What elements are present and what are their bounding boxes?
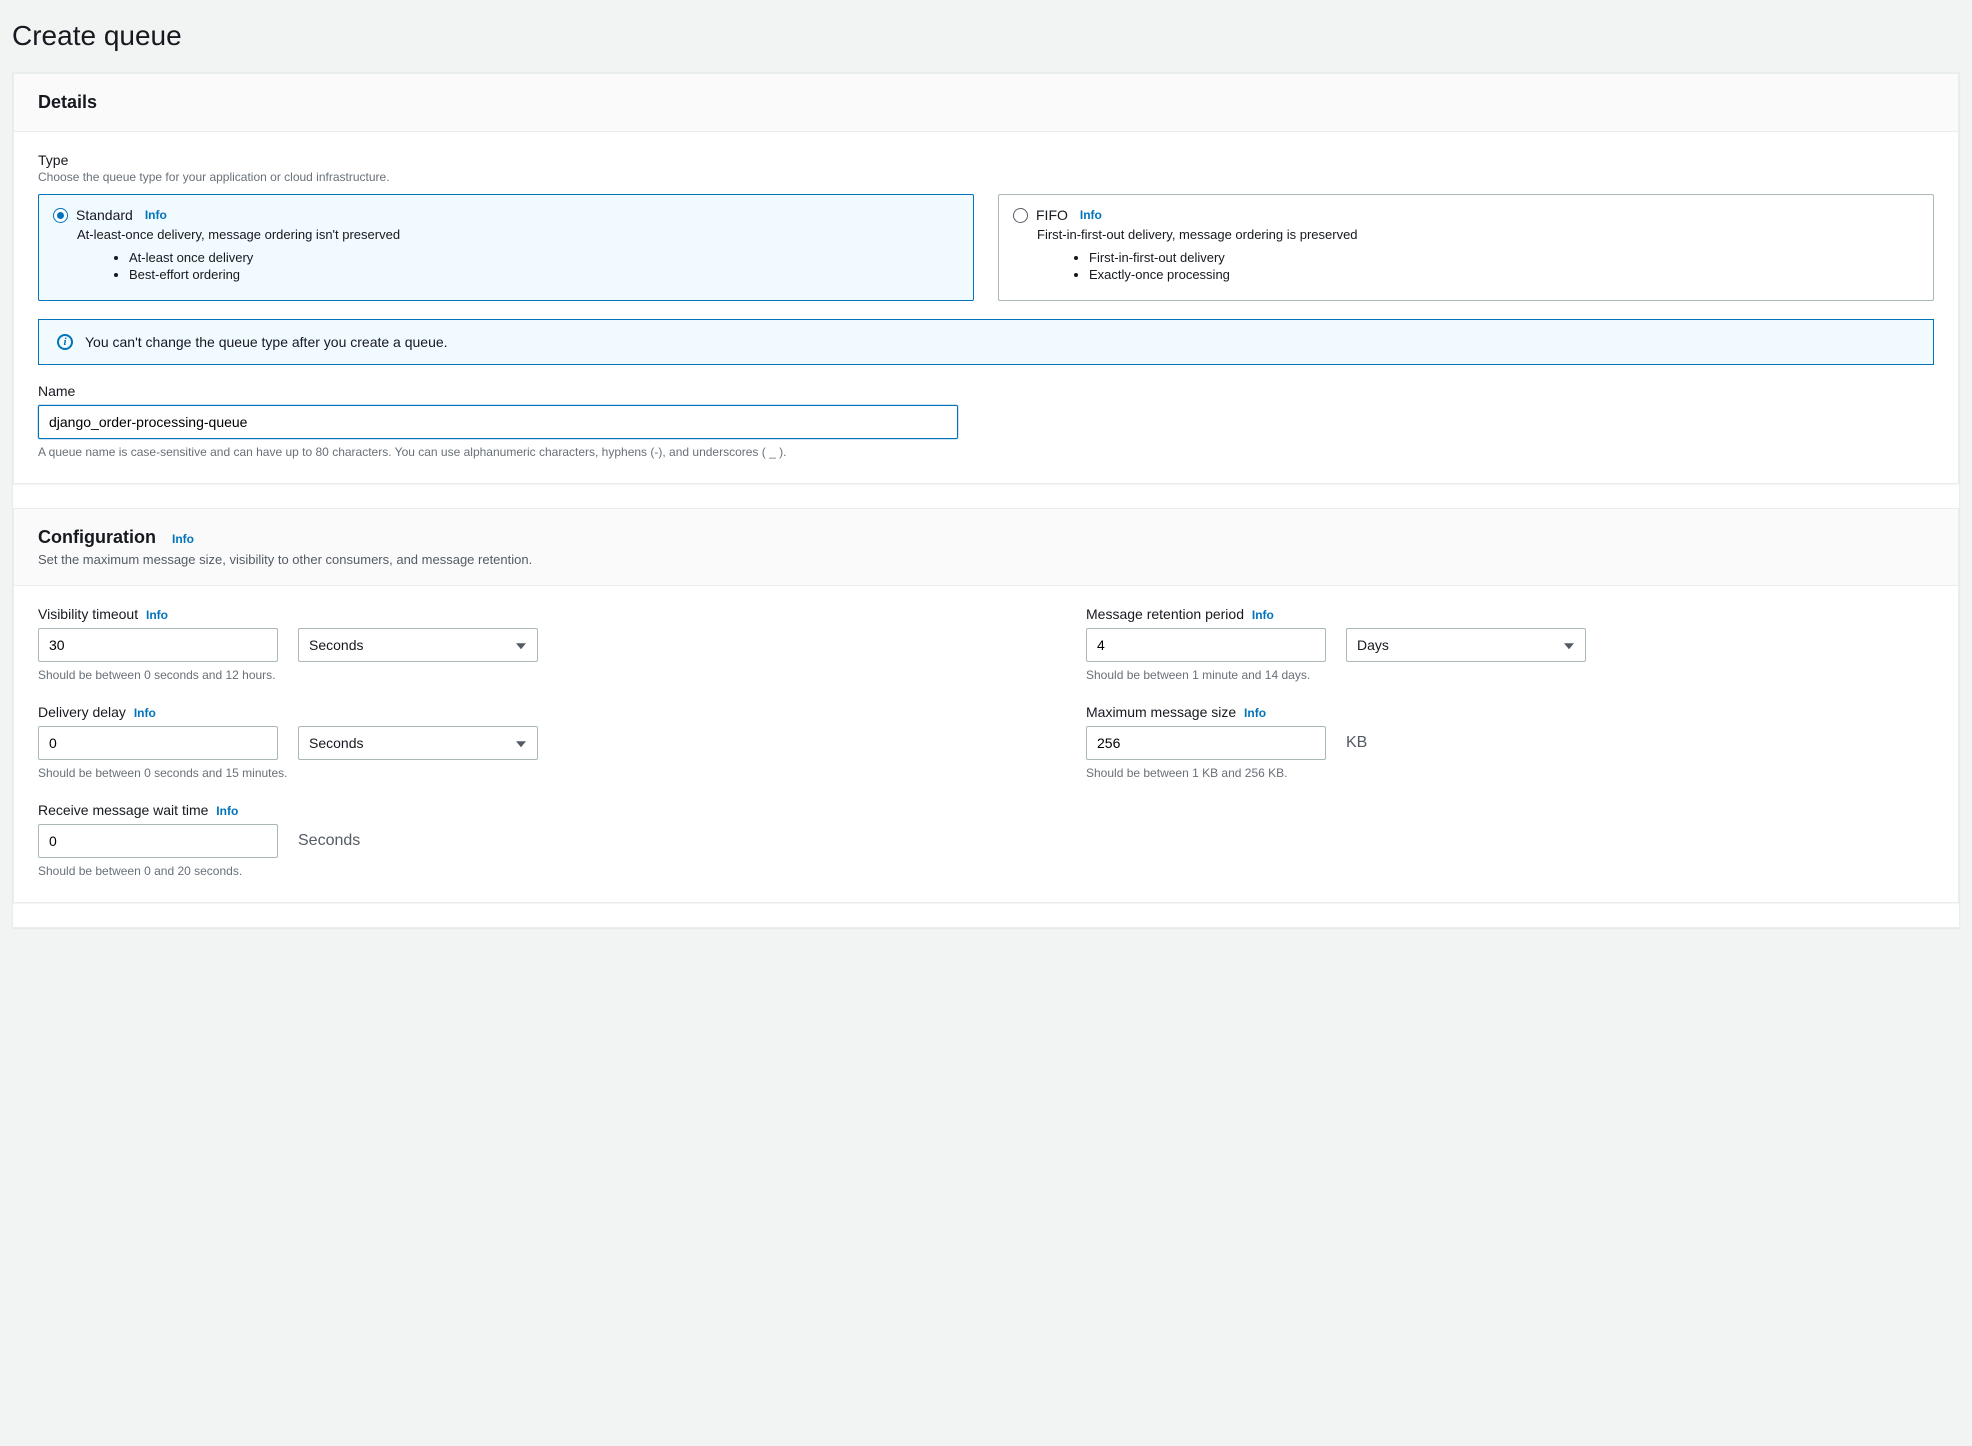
details-panel: Details Type Choose the queue type for y… [12,72,1960,928]
type-sublabel: Choose the queue type for your applicati… [38,170,1934,184]
maxsize-label: Maximum message size [1086,704,1236,720]
info-link-fifo[interactable]: Info [1080,208,1102,222]
delay-label: Delivery delay [38,704,126,720]
info-icon: i [57,334,73,350]
type-card-fifo[interactable]: FIFO Info First-in-first-out delivery, m… [998,194,1934,301]
configuration-panel: Configuration Info Set the maximum messa… [13,508,1959,903]
configuration-sub: Set the maximum message size, visibility… [38,552,1934,567]
name-hint: A queue name is case-sensitive and can h… [38,445,1934,459]
info-link-waittime[interactable]: Info [216,804,238,818]
type-fifo-subtitle: First-in-first-out delivery, message ord… [1013,227,1917,242]
maxsize-input[interactable] [1086,726,1326,760]
maxsize-hint: Should be between 1 KB and 256 KB. [1086,766,1934,780]
info-link-retention[interactable]: Info [1252,608,1274,622]
delay-input[interactable] [38,726,278,760]
type-card-standard[interactable]: Standard Info At-least-once delivery, me… [38,194,974,301]
waittime-input[interactable] [38,824,278,858]
retention-unit-select[interactable]: Days [1346,628,1586,662]
delay-unit-select[interactable]: Seconds [298,726,538,760]
retention-input[interactable] [1086,628,1326,662]
type-standard-bullet: At-least once delivery [129,250,957,265]
visibility-label: Visibility timeout [38,606,138,622]
delay-hint: Should be between 0 seconds and 15 minut… [38,766,886,780]
type-fifo-title: FIFO [1036,207,1068,223]
type-label: Type [38,152,1934,168]
visibility-input[interactable] [38,628,278,662]
page-title: Create queue [12,12,1960,72]
details-panel: Details Type Choose the queue type for y… [13,73,1959,484]
type-standard-title: Standard [76,207,133,223]
maxsize-unit: KB [1346,734,1367,752]
radio-standard[interactable] [53,208,68,223]
retention-hint: Should be between 1 minute and 14 days. [1086,668,1934,682]
details-header: Details [14,74,1958,132]
visibility-hint: Should be between 0 seconds and 12 hours… [38,668,886,682]
waittime-unit: Seconds [298,832,360,850]
type-standard-bullet: Best-effort ordering [129,267,957,282]
visibility-field: Visibility timeout Info Seconds Should b… [38,606,886,682]
info-link-configuration[interactable]: Info [172,532,194,546]
visibility-unit-select[interactable]: Seconds [298,628,538,662]
type-fifo-bullet: Exactly-once processing [1089,267,1917,282]
info-link-delay[interactable]: Info [134,706,156,720]
configuration-title: Configuration [38,527,156,548]
type-standard-subtitle: At-least-once delivery, message ordering… [53,227,957,242]
delay-field: Delivery delay Info Seconds Should be be… [38,704,886,780]
type-fifo-bullet: First-in-first-out delivery [1089,250,1917,265]
alert-text: You can't change the queue type after yo… [85,334,448,350]
retention-field: Message retention period Info Days Shoul… [1086,606,1934,682]
name-label: Name [38,383,1934,399]
info-link-standard[interactable]: Info [145,208,167,222]
queue-name-input[interactable] [38,405,958,439]
waittime-hint: Should be between 0 and 20 seconds. [38,864,886,878]
type-alert: i You can't change the queue type after … [38,319,1934,365]
maxsize-field: Maximum message size Info KB Should be b… [1086,704,1934,780]
configuration-header: Configuration Info Set the maximum messa… [14,509,1958,586]
retention-label: Message retention period [1086,606,1244,622]
info-link-maxsize[interactable]: Info [1244,706,1266,720]
waittime-label: Receive message wait time [38,802,208,818]
info-link-visibility[interactable]: Info [146,608,168,622]
waittime-field: Receive message wait time Info Seconds S… [38,802,886,878]
radio-fifo[interactable] [1013,208,1028,223]
details-title: Details [38,92,97,112]
